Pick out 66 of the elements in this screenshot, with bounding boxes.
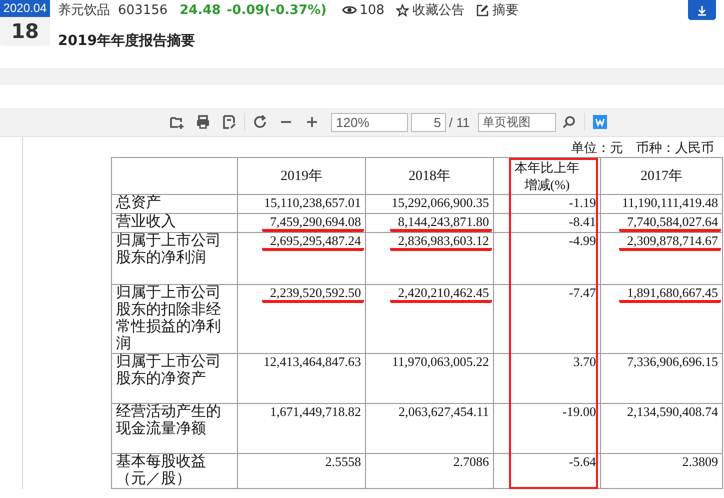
table-cell-text: 2,134,590,408.74 bbox=[626, 404, 719, 421]
table-cell-text: -5.64 bbox=[568, 454, 597, 471]
table-cell-text: 1,671,449,718.82 bbox=[269, 404, 362, 421]
stock-price: 24.48 bbox=[180, 2, 221, 18]
unit-note: 单位：元 币种：人民币 bbox=[570, 140, 714, 156]
report-title: 2019年年度报告摘要 bbox=[58, 32, 196, 50]
print-icon bbox=[195, 114, 211, 130]
table-cell-text: 2.3809 bbox=[681, 454, 719, 471]
row-label: 归属于上市公司股东的净资产 bbox=[116, 354, 221, 387]
table-cell-text: 3.70 bbox=[572, 354, 597, 371]
table-cell: 2,836,983,603.12 bbox=[390, 233, 492, 251]
table-cell-text: 2.7086 bbox=[452, 454, 490, 471]
table-cell-text: 7,336,906,696.15 bbox=[626, 354, 719, 371]
row-label: 总资产 bbox=[116, 195, 161, 211]
column-header: 2017年 bbox=[640, 168, 684, 184]
table-cell: 7,459,290,694.08 bbox=[262, 214, 364, 232]
column-header: 2019年 bbox=[280, 168, 324, 184]
table-cell-text: -1.19 bbox=[568, 195, 597, 212]
column-header: 本年比上年增减(%) bbox=[514, 159, 580, 193]
table-cell-text: 2,063,627,454.11 bbox=[397, 404, 490, 421]
page-field[interactable]: 5 bbox=[411, 112, 446, 132]
table-cell-text: 12,413,464,847.63 bbox=[262, 354, 362, 371]
table-cell: 2,695,295,487.24 bbox=[262, 233, 364, 251]
table-cell: 7,740,584,027.64 bbox=[619, 214, 721, 232]
table-cell-text: -4.99 bbox=[568, 233, 597, 250]
table-cell-text: 15,292,066,900.35 bbox=[390, 195, 490, 212]
eye-icon bbox=[342, 5, 357, 15]
date-day: 18 bbox=[0, 17, 50, 45]
document-app-icon bbox=[592, 115, 607, 129]
table-cell-text: 11,970,063,005.22 bbox=[390, 354, 490, 371]
view-count: 108 bbox=[360, 2, 384, 18]
view-mode-field[interactable]: 单页视图 bbox=[478, 112, 556, 132]
row-label: 经营活动产生的现金流量净额 bbox=[116, 404, 221, 437]
table-cell-text: -8.41 bbox=[568, 214, 597, 231]
company-name: 养元饮品 bbox=[58, 2, 110, 19]
download-button[interactable] bbox=[688, 0, 716, 20]
table-cell-text: 2.5558 bbox=[324, 454, 362, 471]
page-total: / 11 bbox=[449, 114, 470, 130]
zoom-in-icon bbox=[304, 114, 320, 130]
row-label: 归属于上市公司股东的扣除非经常性损益的净利润 bbox=[116, 285, 221, 352]
date-month: 2020.04 bbox=[0, 0, 50, 17]
table-cell: 2,420,210,462.45 bbox=[390, 285, 492, 303]
stock-code: 603156 bbox=[118, 2, 168, 18]
table-cell: 2,309,878,714.67 bbox=[619, 233, 721, 251]
zoom-field[interactable]: 120% bbox=[331, 112, 408, 132]
price-change: -0.09(-0.37%) bbox=[226, 2, 327, 18]
row-label: 基本每股收益（元／股） bbox=[116, 454, 206, 487]
table-cell: 8,144,243,871.80 bbox=[390, 214, 492, 232]
edit-icon bbox=[476, 4, 490, 16]
favorite-link[interactable]: 收藏公告 bbox=[396, 1, 464, 19]
table-cell-text: -7.47 bbox=[568, 285, 597, 302]
save-icon bbox=[221, 114, 237, 130]
summary-link[interactable]: 摘要 bbox=[476, 1, 518, 19]
star-icon bbox=[396, 4, 410, 16]
table-cell-text: 11,190,111,419.48 bbox=[620, 195, 719, 212]
rotate-icon bbox=[252, 114, 268, 130]
row-label: 归属于上市公司股东的净利润 bbox=[116, 233, 221, 266]
table-cell-text: -19.00 bbox=[561, 404, 597, 421]
download-icon bbox=[697, 4, 707, 16]
table-cell-text: 15,110,238,657.01 bbox=[262, 195, 362, 212]
table-cell: 1,891,680,667.45 bbox=[619, 285, 721, 303]
open-file-icon bbox=[169, 114, 185, 130]
row-label: 营业收入 bbox=[116, 214, 176, 230]
column-header: 2018年 bbox=[408, 168, 452, 184]
search-icon bbox=[560, 114, 577, 130]
table-cell: 2,239,520,592.50 bbox=[262, 285, 364, 303]
